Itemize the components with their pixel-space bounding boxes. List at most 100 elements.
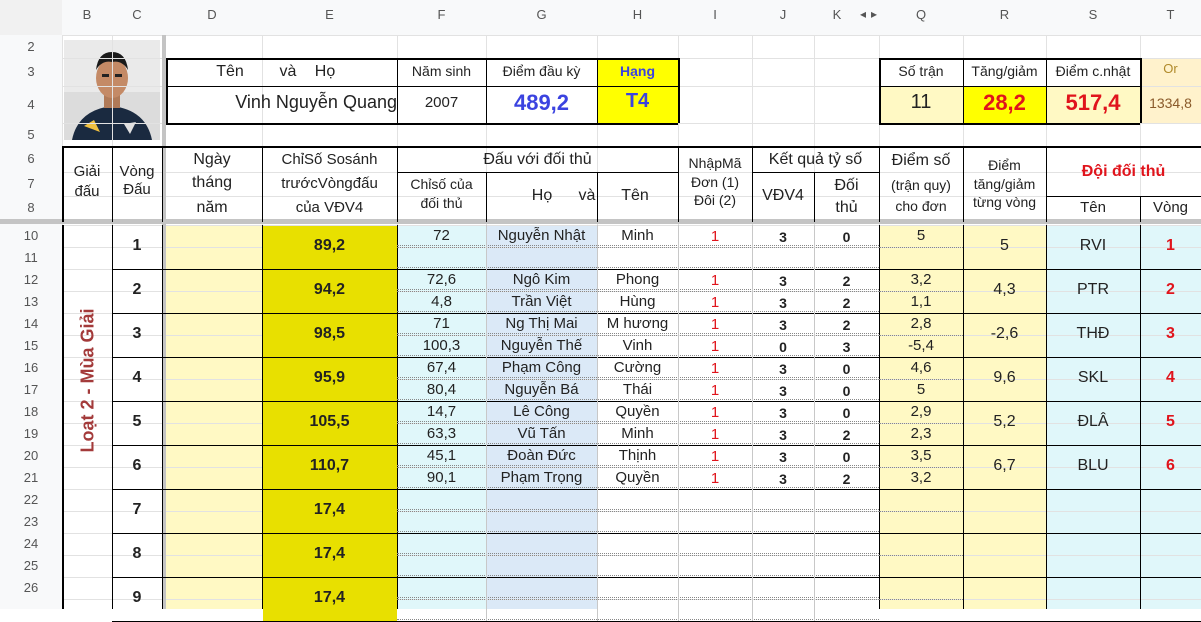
- column-header-I[interactable]: I: [678, 7, 752, 23]
- score-vdv4[interactable]: 3: [752, 317, 814, 333]
- row-header-17[interactable]: 17: [0, 379, 62, 401]
- row-header-13[interactable]: 13: [0, 291, 62, 313]
- score-opponent[interactable]: 2: [814, 273, 879, 289]
- opp-first-name[interactable]: M hương: [597, 315, 678, 332]
- points-value[interactable]: 3,2: [879, 469, 963, 486]
- round-number[interactable]: 1: [112, 237, 162, 255]
- opp-first-name[interactable]: Quyền: [597, 403, 678, 420]
- row-header-7[interactable]: 7: [0, 172, 62, 196]
- team-round-value[interactable]: 2: [1140, 281, 1201, 299]
- score-opponent[interactable]: 2: [814, 317, 879, 333]
- row-header-23[interactable]: 23: [0, 511, 62, 533]
- opp-index-value[interactable]: 67,4: [397, 359, 486, 376]
- score-vdv4[interactable]: 3: [752, 229, 814, 245]
- column-header-G[interactable]: G: [486, 7, 597, 23]
- opp-index-value[interactable]: 71: [397, 315, 486, 332]
- round-change-value[interactable]: 9,6: [963, 369, 1046, 387]
- opp-last-name[interactable]: Ngô Kim: [486, 271, 597, 288]
- points-value[interactable]: 3,2: [879, 271, 963, 288]
- opp-last-name[interactable]: Nguyễn Nhật: [486, 227, 597, 244]
- round-number[interactable]: 5: [112, 413, 162, 431]
- column-header-S[interactable]: S: [1046, 7, 1140, 23]
- entry-code[interactable]: 1: [678, 272, 752, 289]
- team-name-value[interactable]: ĐLÂ: [1046, 413, 1140, 431]
- entry-code[interactable]: 1: [678, 470, 752, 487]
- team-name-value[interactable]: SKL: [1046, 369, 1140, 387]
- points-value[interactable]: 2,3: [879, 425, 963, 442]
- index-value[interactable]: 17,4: [262, 501, 397, 519]
- team-name-value[interactable]: PTR: [1046, 281, 1140, 299]
- team-round-value[interactable]: 4: [1140, 369, 1201, 387]
- score-vdv4[interactable]: 3: [752, 361, 814, 377]
- hidden-cols-right-arrow[interactable]: ▸: [868, 7, 880, 22]
- score-opponent[interactable]: 2: [814, 295, 879, 311]
- opp-index-value[interactable]: 4,8: [397, 293, 486, 310]
- opp-index-value[interactable]: 63,3: [397, 425, 486, 442]
- entry-code[interactable]: 1: [678, 228, 752, 245]
- frozen-col-divider[interactable]: [162, 35, 166, 609]
- points-value[interactable]: 5: [879, 381, 963, 398]
- opp-last-name[interactable]: Đoàn Đức: [486, 447, 597, 464]
- row-header-21[interactable]: 21: [0, 467, 62, 489]
- opp-first-name[interactable]: Thịnh: [597, 447, 678, 464]
- column-header-R[interactable]: R: [963, 7, 1046, 23]
- index-value[interactable]: 94,2: [262, 281, 397, 299]
- opp-index-value[interactable]: 90,1: [397, 469, 486, 486]
- player-photo[interactable]: [64, 40, 160, 140]
- opp-last-name[interactable]: Phạm Công: [486, 359, 597, 376]
- points-value[interactable]: -5,4: [879, 337, 963, 354]
- column-header-K[interactable]: K: [814, 7, 860, 23]
- row-header-20[interactable]: 20: [0, 445, 62, 467]
- column-header-D[interactable]: D: [162, 7, 262, 23]
- entry-code[interactable]: 1: [678, 404, 752, 421]
- row-header-6[interactable]: 6: [0, 146, 62, 172]
- opp-first-name[interactable]: Thái: [597, 381, 678, 398]
- date-column[interactable]: [162, 225, 262, 609]
- opp-last-name[interactable]: Nguyễn Thế: [486, 337, 597, 354]
- round-number[interactable]: 4: [112, 369, 162, 387]
- index-value[interactable]: 17,4: [262, 589, 397, 607]
- opp-last-name[interactable]: Lê Công: [486, 403, 597, 420]
- entry-code[interactable]: 1: [678, 316, 752, 333]
- entry-code[interactable]: 1: [678, 448, 752, 465]
- points-value[interactable]: 1,1: [879, 293, 963, 310]
- team-name-value[interactable]: BLU: [1046, 457, 1140, 475]
- round-number[interactable]: 2: [112, 281, 162, 299]
- entry-code[interactable]: 1: [678, 294, 752, 311]
- column-header-J[interactable]: J: [752, 7, 814, 23]
- column-header-E[interactable]: E: [262, 7, 397, 23]
- updated-value[interactable]: 517,4: [1046, 90, 1140, 115]
- corner-cell[interactable]: [0, 0, 62, 35]
- score-opponent[interactable]: 0: [814, 229, 879, 245]
- team-round-value[interactable]: 5: [1140, 413, 1201, 431]
- row-header-8[interactable]: 8: [0, 196, 62, 220]
- score-opponent[interactable]: 0: [814, 405, 879, 421]
- row-header-15[interactable]: 15: [0, 335, 62, 357]
- score-opponent[interactable]: 3: [814, 339, 879, 355]
- score-vdv4[interactable]: 3: [752, 471, 814, 487]
- row-header-4[interactable]: 4: [0, 86, 62, 123]
- opp-last-name[interactable]: Nguyễn Bá: [486, 381, 597, 398]
- column-header-T[interactable]: T: [1140, 7, 1201, 23]
- score-opponent[interactable]: 2: [814, 471, 879, 487]
- opp-first-name[interactable]: Quyền: [597, 469, 678, 486]
- points-value[interactable]: 2,8: [879, 315, 963, 332]
- score-opponent[interactable]: 0: [814, 383, 879, 399]
- row-header-12[interactable]: 12: [0, 269, 62, 291]
- opp-last-name[interactable]: Phạm Trọng: [486, 469, 597, 486]
- column-header-B[interactable]: B: [62, 7, 112, 23]
- opp-index-value[interactable]: 72,6: [397, 271, 486, 288]
- row-header-10[interactable]: 10: [0, 225, 62, 247]
- row-header-24[interactable]: 24: [0, 533, 62, 555]
- score-vdv4[interactable]: 3: [752, 449, 814, 465]
- opp-first-name[interactable]: Vinh: [597, 337, 678, 354]
- opp-index-value[interactable]: 45,1: [397, 447, 486, 464]
- row-header-16[interactable]: 16: [0, 357, 62, 379]
- round-number[interactable]: 9: [112, 589, 162, 607]
- score-vdv4[interactable]: 3: [752, 427, 814, 443]
- column-header-F[interactable]: F: [397, 7, 486, 23]
- score-vdv4[interactable]: 3: [752, 383, 814, 399]
- player-name[interactable]: Vinh Nguyễn Quang: [200, 92, 397, 113]
- index-value[interactable]: 95,9: [262, 369, 397, 387]
- entry-code[interactable]: 1: [678, 360, 752, 377]
